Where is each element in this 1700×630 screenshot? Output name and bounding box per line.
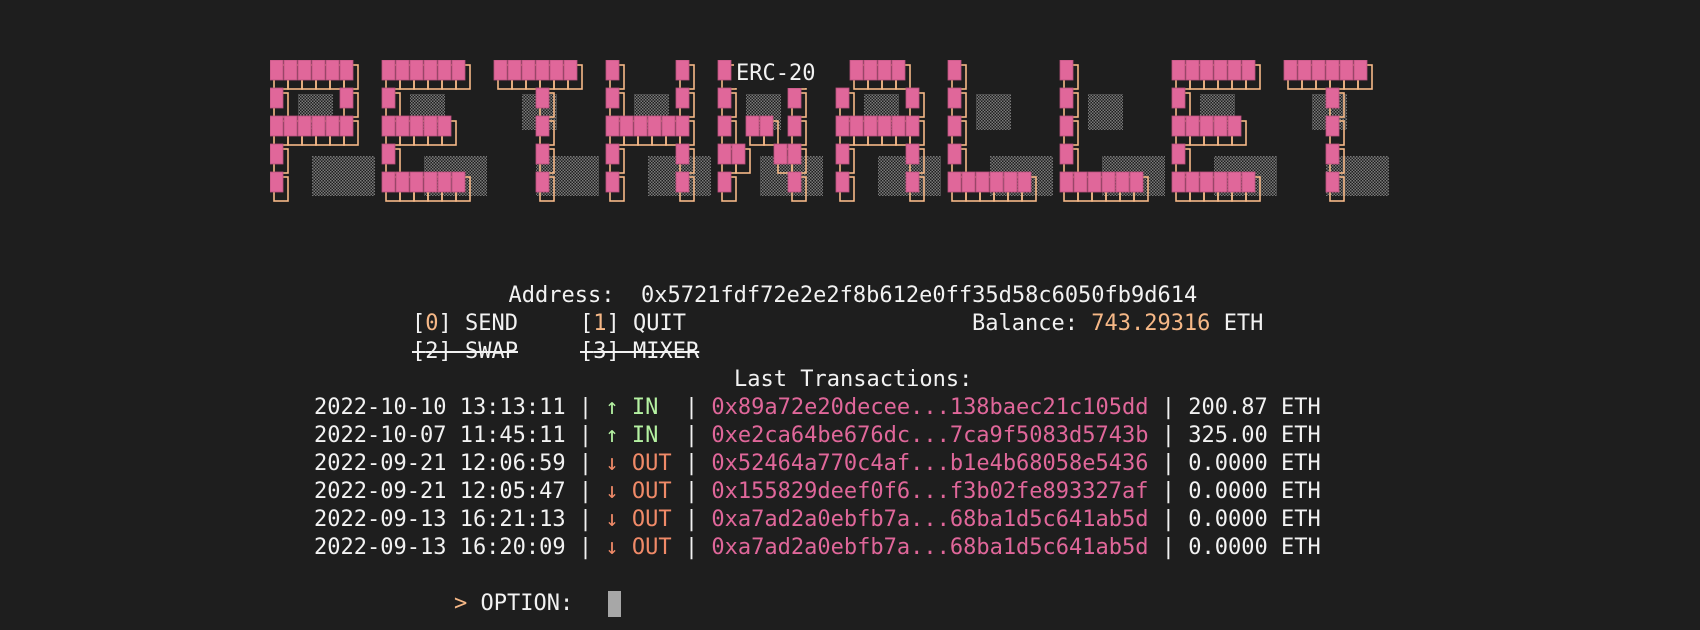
tx-time: 2022-09-21 12:05:47 [314, 479, 566, 504]
tx-hash[interactable]: 0x155829deef0f6...f3b02fe893327af [711, 479, 1148, 504]
tx-amount: 325.00 [1188, 423, 1268, 448]
balance-row: Balance: 743.29316 ETH [972, 310, 1263, 338]
tx-direction: OUT [631, 507, 672, 532]
address-value: 0x5721fdf72e2e2f8b612e0ff35d58c6050fb9d6… [640, 283, 1198, 308]
logo-ascii-art [270, 60, 1389, 202]
tx-unit: ETH [1280, 423, 1321, 448]
tx-direction-icon: ↓ [605, 479, 619, 504]
tx-unit: ETH [1281, 507, 1321, 532]
tx-amount: 200.87 [1188, 395, 1268, 420]
tx-unit: ETH [1281, 535, 1321, 560]
tx-amount: 0.0000 [1188, 451, 1268, 476]
tx-time: 2022-09-21 12:06:59 [314, 451, 566, 476]
prompt-marker: > [454, 591, 468, 616]
tx-unit: ETH [1281, 451, 1321, 476]
menu-quit[interactable]: [1] QUIT [580, 310, 686, 338]
tx-hash[interactable]: 0xe2ca64be676dc...7ca9f5083d5743b [711, 423, 1148, 448]
menu-quit-label: QUIT [633, 311, 686, 336]
balance-value: 743.29316 [1091, 311, 1211, 336]
tx-unit: ETH [1281, 479, 1321, 504]
transaction-row: 2022-09-13 16:20:09 | ↓ OUT | 0xa7ad2a0e… [314, 535, 1321, 560]
transaction-row: 2022-10-10 13:13:11 | ↑ IN | 0x89a72e20d… [314, 395, 1321, 420]
menu-row-1: [0] SEND [412, 310, 518, 338]
address-label: Address: [508, 283, 615, 308]
tx-amount: 0.0000 [1188, 507, 1268, 532]
menu-send[interactable]: [0] SEND [412, 311, 518, 336]
menu-swap-text: [2] SWAP [412, 339, 518, 364]
menu-quit-key: 1 [593, 311, 607, 336]
tx-hash[interactable]: 0xa7ad2a0ebfb7a...68ba1d5c641ab5d [711, 507, 1148, 532]
transaction-row: 2022-09-13 16:21:13 | ↓ OUT | 0xa7ad2a0e… [314, 507, 1321, 532]
tx-direction-icon: ↓ [605, 535, 619, 560]
tx-hash[interactable]: 0xa7ad2a0ebfb7a...68ba1d5c641ab5d [711, 535, 1148, 560]
tx-direction: IN [631, 395, 659, 420]
tx-amount: 0.0000 [1188, 535, 1268, 560]
tx-time: 2022-10-07 11:45:11 [314, 423, 566, 448]
tx-direction-icon: ↑ [605, 395, 619, 420]
option-prompt: > OPTION: [454, 590, 573, 618]
logo-badge: ERC-20 [734, 60, 818, 88]
prompt-label: OPTION: [480, 591, 574, 616]
tx-direction: IN [631, 423, 659, 448]
menu-swap: [2] SWAP [412, 338, 518, 366]
menu-send-key: 0 [425, 311, 439, 336]
tx-time: 2022-09-13 16:21:13 [314, 507, 566, 532]
transaction-row: 2022-09-21 12:06:59 | ↓ OUT | 0x52464a77… [314, 451, 1321, 476]
tx-hash[interactable]: 0x89a72e20decee...138baec21c105dd [711, 395, 1148, 420]
tx-direction-icon: ↓ [605, 451, 619, 476]
menu-mixer: [3] MIXER [580, 338, 699, 366]
balance-label: Balance: [972, 311, 1078, 336]
tx-direction-icon: ↑ [605, 423, 619, 448]
tx-unit: ETH [1280, 395, 1321, 420]
tx-hash[interactable]: 0x52464a770c4af...b1e4b68058e5436 [711, 451, 1148, 476]
tx-time: 2022-10-10 13:13:11 [314, 395, 566, 420]
menu-mixer-text: [3] MIXER [580, 339, 700, 364]
menu-send-label: SEND [465, 311, 518, 336]
option-input[interactable] [608, 591, 621, 617]
address-row: Address: 0x5721fdf72e2e2f8b612e0ff35d58c… [482, 254, 1198, 310]
transaction-row: 2022-10-07 11:45:11 | ↑ IN | 0xe2ca64be6… [314, 423, 1321, 448]
transactions-title: Last Transactions: [734, 367, 973, 392]
tx-time: 2022-09-13 16:20:09 [314, 535, 566, 560]
transaction-row: 2022-09-21 12:05:47 | ↓ OUT | 0x155829de… [314, 479, 1321, 504]
tx-direction: OUT [631, 535, 672, 560]
tx-direction: OUT [631, 451, 672, 476]
tx-direction: OUT [631, 479, 672, 504]
app-logo: ERC-20 [270, 60, 1422, 230]
balance-unit: ETH [1223, 311, 1264, 336]
tx-direction-icon: ↓ [605, 507, 619, 532]
tx-amount: 0.0000 [1188, 479, 1268, 504]
